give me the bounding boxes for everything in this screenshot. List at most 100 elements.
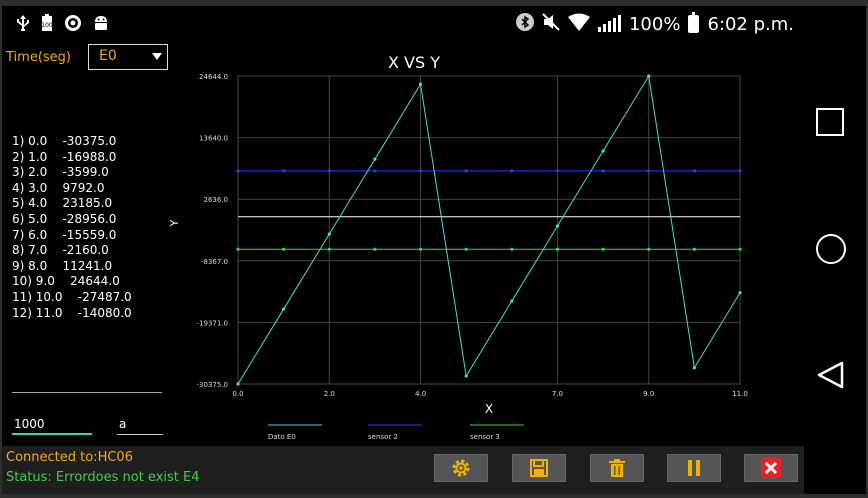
pause-button[interactable] (667, 454, 721, 482)
status-bar: 100 100% 6:02 p.m. (2, 6, 804, 42)
legend-label: sensor 3 (470, 433, 500, 441)
data-point (282, 307, 286, 311)
reading-row: 9) 8.0 11241.0 (12, 258, 113, 273)
data-point (464, 374, 468, 378)
x-tick-label: 4.0 (415, 390, 426, 398)
reading-row: 11) 10.0 -27487.0 (12, 289, 132, 304)
data-point (236, 169, 240, 173)
close-icon (761, 458, 781, 478)
floppy-disk-icon (530, 459, 548, 477)
reading-row: 12) 11.0 -14080.0 (12, 305, 132, 320)
bluetooth-icon (515, 13, 534, 35)
data-point (555, 169, 560, 173)
data-point (282, 169, 286, 173)
data-point (738, 169, 742, 173)
battery-icon (688, 12, 700, 33)
y-tick-label: -30375.0 (197, 381, 228, 389)
data-point (647, 169, 651, 173)
chart-title: X VS Y (388, 53, 440, 72)
target-icon (64, 14, 82, 36)
usb-icon (16, 15, 30, 35)
data-point (692, 366, 696, 370)
data-point (327, 247, 331, 251)
legend-label: sensor 2 (368, 433, 398, 441)
reading-row: 6) 5.0 -28956.0 (12, 211, 117, 226)
data-point (464, 247, 468, 251)
clock: 6:02 p.m. (707, 13, 794, 35)
y-tick-label: 2636.0 (204, 196, 229, 204)
left-panel: Time(seg) E0 1) 0.0 -30375.0 2) 1.0 -1698… (2, 42, 168, 444)
command-input[interactable]: a (117, 415, 163, 435)
android-icon (92, 14, 110, 36)
trash-icon (609, 459, 625, 477)
reading-row: 2) 1.0 -16988.0 (12, 149, 117, 164)
data-point (647, 247, 651, 251)
reading-row: 4) 3.0 9792.0 (12, 180, 105, 195)
y-tick-label: -19371.0 (197, 319, 228, 327)
chart-area: 0.0 2.0 4.0 7.0 9.0 11.0 24644.0 13640.0 2636.0 -… (168, 42, 804, 446)
data-point (510, 299, 514, 303)
device-frame: 100 100% 6:02 p.m. Time(seg) E0 1) 0.0 -… (0, 0, 868, 498)
pause-icon (688, 460, 700, 476)
data-point (418, 82, 423, 86)
xy-chart: 0.0 2.0 4.0 7.0 9.0 11.0 24644.0 13640.0 2636.0 -… (168, 53, 748, 441)
data-point (327, 232, 331, 236)
sensor-dropdown[interactable]: E0 (88, 44, 168, 70)
x-tick-label: 11.0 (732, 390, 748, 398)
y-axis-label: Y (168, 219, 181, 227)
svg-text:100: 100 (41, 22, 53, 29)
data-point (601, 247, 605, 251)
navigation-bar (804, 6, 866, 494)
y-tick-label: 24644.0 (199, 73, 228, 81)
data-point (327, 169, 331, 173)
reading-row: 1) 0.0 -30375.0 (12, 134, 117, 148)
data-point (510, 169, 514, 173)
data-point (373, 247, 377, 251)
series-line (237, 74, 741, 385)
data-point (647, 74, 651, 78)
data-point (373, 169, 377, 173)
readings-list: 1) 0.0 -30375.0 2) 1.0 -16988.0 3) 2.0 -35… (12, 134, 132, 321)
data-point (418, 247, 423, 251)
data-point (464, 169, 468, 173)
data-point (738, 247, 742, 251)
battery-percent: 100% (628, 13, 681, 35)
time-label: Time(seg) (6, 50, 71, 65)
y-tick-label: -8367.0 (201, 258, 228, 266)
data-point (692, 169, 696, 173)
interval-input[interactable]: 1000 (12, 415, 92, 435)
data-point (601, 169, 605, 173)
wifi-icon (567, 13, 590, 35)
reading-row: 7) 6.0 -15559.0 (12, 227, 117, 242)
data-point (738, 291, 742, 295)
error-status: Status: Errordoes not exist E4 (6, 470, 200, 485)
x-tick-label: 2.0 (324, 390, 335, 398)
gear-icon (452, 459, 470, 477)
home-icon[interactable] (816, 234, 846, 264)
legend-label: Dato E0 (268, 433, 296, 441)
battery-100-icon: 100 (40, 14, 54, 36)
close-button[interactable] (744, 454, 798, 482)
connection-status: Connected to:HC06 (6, 450, 133, 465)
app-screen: 100 100% 6:02 p.m. Time(seg) E0 1) 0.0 -… (2, 6, 804, 494)
data-point (236, 382, 240, 386)
signal-icon (597, 15, 621, 32)
reading-row: 5) 4.0 23185.0 (12, 196, 113, 211)
x-axis-label: X (485, 402, 493, 416)
x-tick-label: 9.0 (643, 390, 654, 398)
recent-apps-icon[interactable] (816, 108, 844, 136)
data-point (555, 224, 560, 228)
reading-row: 8) 7.0 -2160.0 (12, 243, 109, 258)
reading-row: 10) 9.0 24644.0 (12, 274, 120, 289)
delete-button[interactable] (590, 454, 644, 482)
reading-row: 3) 2.0 -3599.0 (12, 165, 109, 180)
settings-button[interactable] (434, 454, 488, 482)
back-icon[interactable] (816, 360, 846, 390)
data-point (510, 247, 514, 251)
data-point (555, 247, 560, 251)
bottom-bar: Connected to:HC06 Status: Errordoes not … (2, 446, 804, 494)
data-point (418, 169, 423, 173)
data-point (282, 247, 286, 251)
dropdown-arrow-icon (152, 53, 162, 60)
save-button[interactable] (512, 454, 566, 482)
